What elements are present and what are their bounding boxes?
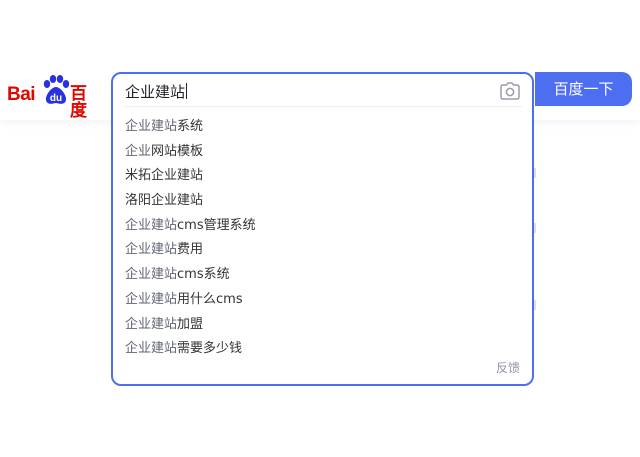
suggestion-item[interactable]: 洛阳企业建站 [113,189,532,214]
search-button[interactable]: 百度一下 [535,72,632,106]
suggestion-rest-text: 网站模板 [151,143,204,159]
suggestion-rest-text: 系统 [177,119,204,134]
dropdown-divider [123,106,522,107]
camera-icon[interactable] [500,82,520,100]
suggestion-item[interactable]: 企业建站cms系统 [113,263,532,288]
paw-icon: du [43,75,70,104]
logo-paw-text: du [50,93,62,104]
suggestion-item[interactable]: 企业建站费用 [113,238,532,263]
feedback-link[interactable]: 反馈 [496,359,520,376]
logo-text-latin: Bai [7,84,36,105]
suggestion-item[interactable]: 企业建站cms管理系统 [113,214,532,239]
suggestion-rest-text: 加盟 [177,316,204,332]
suggestion-match-text: 企业建站 [125,119,178,134]
suggestion-rest-text: 米拓企业建站 [125,168,204,184]
suggestion-item[interactable]: 企业网站模板 [113,140,532,165]
suggestion-match-text: 企业建站 [125,316,178,332]
suggestion-match-text: 企业建站 [125,267,178,283]
baidu-logo[interactable]: Bai du 百度 [7,72,102,119]
background-fragment [534,300,536,310]
background-fragment [534,223,536,233]
background-fragment [534,168,536,178]
suggestion-list: 企业建站系统 企业网站模板 米拓企业建站 洛阳企业建站 企业建站cms管理系统 企业建站费… [113,115,532,362]
suggestion-item[interactable]: 企业建站需要多少钱 [113,337,532,362]
baidu-search-page: Bai du 百度 企业建站 企业建站系统 企业网站模板 米拓企业建站 洛阳企业建站企… [0,0,640,457]
suggestion-item[interactable]: 企业建站加盟 [113,313,532,338]
search-query-text: 企业建站 [125,83,186,101]
suggestion-match-text: 企业 [125,143,152,159]
suggestion-rest-text: 需要多少钱 [177,341,243,357]
search-box: 企业建站 企业建站系统 企业网站模板 米拓企业建站 洛阳企业建站 企业建站cms管理系统… [111,72,534,386]
suggestion-rest-text: 费用 [177,242,204,258]
suggestion-rest-text: cms管理系统 [177,217,256,233]
suggestion-rest-text: 用什么cms [177,291,243,307]
suggestion-item[interactable]: 米拓企业建站 [113,164,532,189]
suggestion-match-text: 企业建站 [125,341,178,357]
text-caret [186,83,188,99]
suggestion-item[interactable]: 企业建站系统 [113,115,532,140]
suggestion-rest-text: 洛阳企业建站 [125,193,204,209]
suggestion-item[interactable]: 企业建站用什么cms [113,288,532,313]
suggestion-match-text: 企业建站 [125,291,178,307]
suggestion-match-text: 企业建站 [125,242,178,258]
search-input[interactable]: 企业建站 [125,81,188,103]
suggestion-rest-text: cms系统 [177,267,230,283]
suggestion-match-text: 企业建站 [125,217,178,233]
logo-text-cn: 百度 [70,84,87,120]
